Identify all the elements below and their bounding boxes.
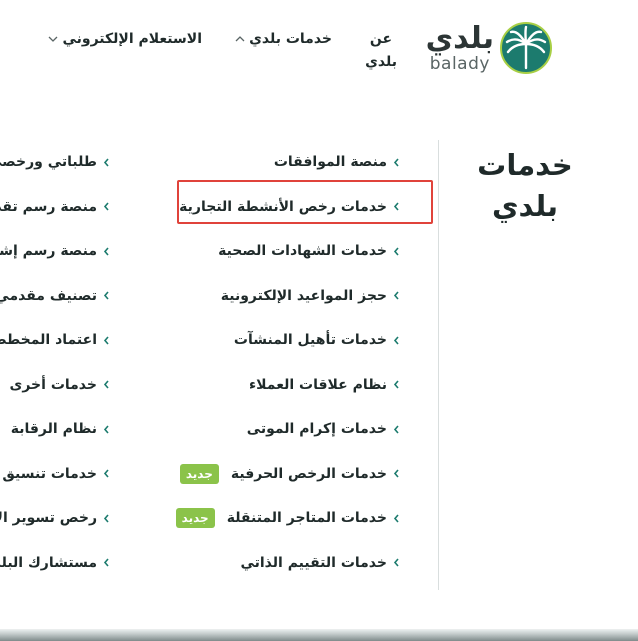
services-list-secondary: طلباتي ورخصي منصة رسم تقديم منصة رسم إشغال… bbox=[0, 140, 110, 585]
nav-about-balady[interactable]: عن بلدي bbox=[364, 30, 398, 72]
service-link-label: خدمات الشهادات الصحية bbox=[218, 243, 387, 260]
chevron-left-icon bbox=[393, 558, 399, 567]
service-link-label: خدمات تنسيق الم bbox=[0, 465, 97, 482]
chevron-left-icon bbox=[103, 291, 109, 300]
service-link-label: خدمات الرخص الحرفية bbox=[230, 465, 387, 482]
service-link-label: خدمات رخص الأنشطة التجارية bbox=[179, 198, 387, 215]
service-link[interactable]: حجز المواعيد الإلكترونية bbox=[176, 274, 400, 319]
service-link[interactable]: مستشارك البلدي bbox=[0, 541, 110, 586]
chevron-left-icon bbox=[103, 247, 109, 256]
balady-logo[interactable]: بلدي balady bbox=[426, 18, 552, 78]
service-link[interactable]: طلباتي ورخصي bbox=[0, 140, 110, 185]
chevron-left-icon bbox=[103, 380, 109, 389]
chevron-left-icon bbox=[393, 514, 399, 523]
chevron-left-icon bbox=[393, 425, 399, 434]
chevron-left-icon bbox=[103, 469, 109, 478]
service-link[interactable]: اعتماد المخططات bbox=[0, 318, 110, 363]
service-link[interactable]: رخص تسوير الأرا bbox=[0, 496, 110, 541]
nav-services-label: خدمات بلدي bbox=[249, 31, 332, 47]
nav-electronic-inquiry[interactable]: الاستعلام الإلكتروني bbox=[48, 31, 202, 47]
services-list-primary: منصة الموافقات خدمات رخص الأنشطة التجارية… bbox=[175, 140, 400, 586]
service-link-label: خدمات المتاجر المتنقلة bbox=[226, 510, 387, 527]
chevron-left-icon bbox=[103, 425, 109, 434]
service-link-label: حجز المواعيد الإلكترونية bbox=[220, 287, 387, 304]
service-link[interactable]: خدمات الشهادات الصحية bbox=[176, 229, 400, 274]
new-badge: جديد bbox=[179, 463, 219, 484]
service-link-label: خدمات تأهيل المنشآت bbox=[233, 332, 387, 349]
logo-text: بلدي balady bbox=[425, 20, 494, 74]
service-link-label: خدمات التقييم الذاتي bbox=[240, 554, 387, 571]
service-link[interactable]: خدمات إكرام الموتى bbox=[176, 407, 400, 452]
bottom-strip bbox=[0, 629, 638, 641]
service-link-label: منصة رسم إشغال bbox=[0, 243, 97, 260]
section-title: خدمات بلدي bbox=[475, 145, 575, 227]
chevron-left-icon bbox=[103, 514, 109, 523]
service-link-label: طلباتي ورخصي bbox=[0, 154, 97, 171]
service-link-label: تصنيف مقدمي bbox=[0, 287, 97, 304]
service-link-label: منصة الموافقات bbox=[273, 154, 387, 171]
logo-name-en: balady bbox=[429, 53, 490, 74]
nav-balady-services[interactable]: خدمات بلدي bbox=[235, 31, 332, 47]
section-title-line2: بلدي bbox=[491, 189, 559, 224]
chevron-left-icon bbox=[103, 158, 109, 167]
chevron-down-icon bbox=[48, 36, 58, 42]
chevron-left-icon bbox=[393, 202, 399, 211]
service-link-label: رخص تسوير الأرا bbox=[0, 510, 97, 527]
service-link[interactable]: خدمات تنسيق الم bbox=[0, 452, 110, 497]
service-link-label: نظام علاقات العملاء bbox=[249, 376, 387, 393]
service-link[interactable]: خدمات أخرى bbox=[0, 363, 110, 408]
chevron-left-icon bbox=[393, 469, 399, 478]
nav-about-line2: بلدي bbox=[365, 53, 397, 70]
section-title-line1: خدمات bbox=[477, 148, 573, 182]
chevron-up-icon bbox=[235, 36, 245, 42]
new-badge: جديد bbox=[175, 508, 215, 529]
chevron-left-icon bbox=[393, 247, 399, 256]
service-link[interactable]: نظام الرقابة bbox=[0, 407, 110, 452]
nav-about-line1: عن bbox=[369, 31, 393, 47]
service-link-label: مستشارك البلدي bbox=[0, 554, 97, 571]
service-link[interactable]: منصة رسم إشغال bbox=[0, 229, 110, 274]
service-link[interactable]: منصة الموافقات bbox=[176, 140, 400, 185]
column-divider bbox=[438, 140, 439, 590]
palm-emblem-icon bbox=[500, 22, 552, 74]
service-link-label: خدمات أخرى bbox=[9, 376, 97, 393]
service-link[interactable]: خدمات رخص الأنشطة التجارية bbox=[176, 185, 400, 230]
chevron-left-icon bbox=[393, 380, 399, 389]
service-link-label: منصة رسم تقديم bbox=[0, 198, 97, 215]
service-link[interactable]: تصنيف مقدمي bbox=[0, 274, 110, 319]
page: بلدي balady عن بلدي خدمات بلدي الاستعلام… bbox=[0, 0, 638, 641]
service-link[interactable]: خدمات تأهيل المنشآت bbox=[176, 318, 400, 363]
chevron-left-icon bbox=[103, 202, 109, 211]
service-link-label: اعتماد المخططات bbox=[0, 332, 97, 349]
service-link[interactable]: خدمات الرخص الحرفية جديد bbox=[176, 452, 400, 497]
chevron-left-icon bbox=[103, 336, 109, 345]
chevron-left-icon bbox=[103, 558, 109, 567]
service-link[interactable]: خدمات التقييم الذاتي bbox=[176, 541, 400, 586]
chevron-left-icon bbox=[393, 336, 399, 345]
chevron-left-icon bbox=[393, 158, 399, 167]
nav-inquiry-label: الاستعلام الإلكتروني bbox=[62, 31, 202, 47]
service-link-label: نظام الرقابة bbox=[10, 421, 97, 438]
service-link[interactable]: منصة رسم تقديم bbox=[0, 185, 110, 230]
service-link-label: خدمات إكرام الموتى bbox=[246, 421, 387, 438]
chevron-left-icon bbox=[393, 291, 399, 300]
service-link[interactable]: خدمات المتاجر المتنقلة جديد bbox=[175, 496, 400, 541]
logo-name-ar: بلدي bbox=[425, 20, 494, 56]
service-link[interactable]: نظام علاقات العملاء bbox=[176, 363, 400, 408]
